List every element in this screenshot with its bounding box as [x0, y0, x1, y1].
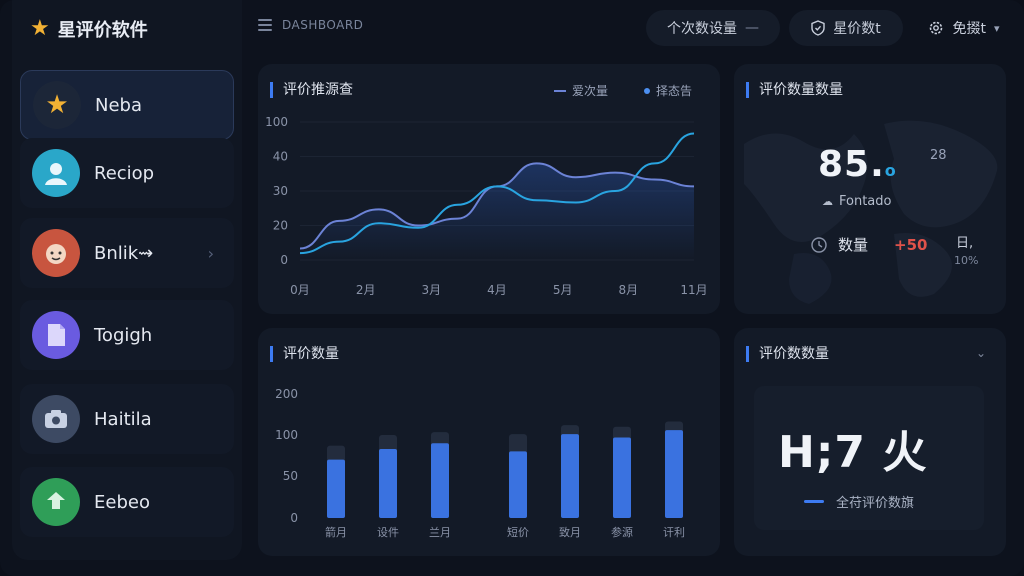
total-inner-panel: H;7 火 全苻评价数旗	[754, 386, 984, 530]
x-tick-label: 2月	[356, 283, 376, 297]
caption-swatch	[804, 500, 824, 503]
map-metric-row: 数量 +50	[810, 234, 927, 255]
x-tick-label: 8月	[619, 283, 639, 297]
gear-icon	[930, 21, 943, 35]
total-caption-row: 全苻评价数旗	[804, 492, 914, 511]
breadcrumb-label: DASHBOARD	[282, 18, 364, 32]
y-tick-label: 40	[273, 150, 288, 164]
sidebar-item-neba[interactable]: ★ Neba	[20, 70, 234, 140]
map-side-percent: 10%	[954, 254, 979, 267]
x-tick-label: 兰月	[429, 526, 451, 539]
map-metric-label: 数量	[838, 236, 869, 254]
settings-pill-label: 个次数设量	[667, 21, 737, 37]
y-tick-label: 0	[290, 511, 298, 525]
map-stat-number: 85.	[818, 144, 885, 185]
bar[interactable]	[509, 451, 527, 518]
y-tick-label: 100	[265, 115, 288, 129]
sidebar-item-label: Bnlik⇝	[94, 242, 154, 264]
app-title: 星评价软件	[57, 20, 148, 41]
camera-icon	[32, 395, 80, 443]
star-logo-icon: ★	[30, 16, 50, 41]
shield-icon	[811, 20, 825, 36]
rating-pill-button[interactable]: 星价数t	[789, 10, 903, 46]
x-tick-label: 参源	[611, 525, 633, 539]
map-location-label: Fontado	[839, 194, 892, 209]
total-card-title: 评价数数量	[746, 346, 829, 362]
x-tick-label: 0月	[290, 283, 310, 297]
menu-icon[interactable]	[258, 19, 272, 31]
brand: ★ 星评价软件	[30, 14, 148, 44]
y-tick-label: 20	[273, 219, 288, 233]
face-avatar-icon	[32, 229, 80, 277]
app-window: ★ 星评价软件 ★ Neba Reciop Bnlik⇝ › Togigh Ha…	[0, 0, 1024, 576]
star-icon: ★	[33, 81, 81, 129]
map-stat-suffix: o	[884, 161, 897, 180]
trend-card: 评价推源查 爱次量 择态告 100 40 30 20 0 0月 2月 3月 4月 5月 8月 11月	[258, 64, 720, 314]
x-tick-label: 5月	[553, 283, 573, 297]
user-menu-button[interactable]: 免掇t ▾	[912, 10, 1016, 46]
map-metric-delta: +50	[894, 235, 928, 254]
bar[interactable]	[613, 437, 631, 518]
sidebar-item-reciop[interactable]: Reciop	[20, 138, 234, 208]
x-tick-label: 11月	[680, 283, 707, 297]
document-icon	[32, 311, 80, 359]
x-tick-label: 箭月	[325, 525, 347, 539]
y-tick-label: 30	[273, 184, 288, 198]
user-menu-label: 免掇t	[952, 21, 986, 37]
x-tick-label: 设件	[377, 526, 399, 539]
total-value: H;7 火	[778, 427, 928, 478]
line-chart: 100 40 30 20 0 0月 2月 3月 4月 5月 8月 11月	[265, 115, 708, 297]
user-avatar-icon	[32, 149, 80, 197]
sidebar: ★ 星评价软件 ★ Neba Reciop Bnlik⇝ › Togigh Ha…	[12, 0, 242, 560]
sidebar-item-haitila[interactable]: Haitila	[20, 384, 234, 454]
sidebar-item-label: Reciop	[94, 162, 155, 184]
bar-card: 评价数量 200 100 50 0 箭月 设件 兰月 短价 致月 参源 讦利	[258, 328, 720, 556]
bar[interactable]	[431, 443, 449, 518]
x-tick-label: 3月	[422, 283, 442, 297]
bar[interactable]	[327, 459, 345, 518]
chevron-down-icon: ▾	[993, 21, 1000, 35]
rating-pill-label: 星价数t	[833, 21, 881, 37]
map-location: ☁ Fontado	[822, 194, 891, 209]
breadcrumb: DASHBOARD	[258, 18, 363, 32]
cloud-icon: ☁	[822, 195, 833, 208]
dash-icon: —	[745, 20, 759, 36]
y-tick-label: 50	[283, 469, 298, 483]
sidebar-item-bnlik[interactable]: Bnlik⇝ ›	[20, 218, 234, 288]
settings-pill-button[interactable]: 个次数设量 —	[646, 10, 780, 46]
sidebar-item-label: Togigh	[94, 324, 153, 346]
sidebar-item-label: Haitila	[94, 408, 152, 430]
bar[interactable]	[665, 430, 683, 518]
sidebar-item-togigh[interactable]: Togigh	[20, 300, 234, 370]
x-tick-label: 4月	[487, 283, 507, 297]
bar-chart: 200 100 50 0 箭月 设件 兰月 短价 致月 参源 讦利	[275, 387, 685, 539]
bar[interactable]	[379, 448, 397, 518]
chevron-right-icon: ›	[207, 243, 214, 263]
x-tick-label: 短价	[507, 525, 529, 539]
map-stat-value: 85.o	[818, 144, 897, 185]
chevron-down-icon[interactable]: ⌄	[976, 346, 986, 360]
map-stat-card: 评价数量数量 85.o 28 ☁ Fontado 数量 +50 日, 10%	[734, 64, 1006, 314]
map-card-title: 评价数量数量	[746, 82, 843, 98]
x-tick-label: 致月	[559, 525, 581, 539]
total-caption: 全苻评价数旗	[836, 496, 915, 511]
y-tick-label: 0	[280, 253, 288, 267]
clock-icon	[811, 236, 827, 253]
map-corner-value: 28	[930, 148, 947, 163]
leaf-icon	[32, 478, 80, 526]
bar[interactable]	[561, 434, 579, 518]
y-tick-label: 200	[275, 387, 298, 401]
y-tick-label: 100	[275, 428, 298, 442]
sidebar-item-label: Neba	[95, 94, 142, 116]
sidebar-item-eebeo[interactable]: Eebeo	[20, 467, 234, 537]
map-side-value: 日,	[956, 236, 974, 251]
total-card: 评价数数量 ⌄ H;7 火 全苻评价数旗	[734, 328, 1006, 556]
sidebar-item-label: Eebeo	[94, 491, 150, 513]
x-tick-label: 讦利	[663, 526, 685, 539]
world-map-icon	[744, 120, 998, 304]
